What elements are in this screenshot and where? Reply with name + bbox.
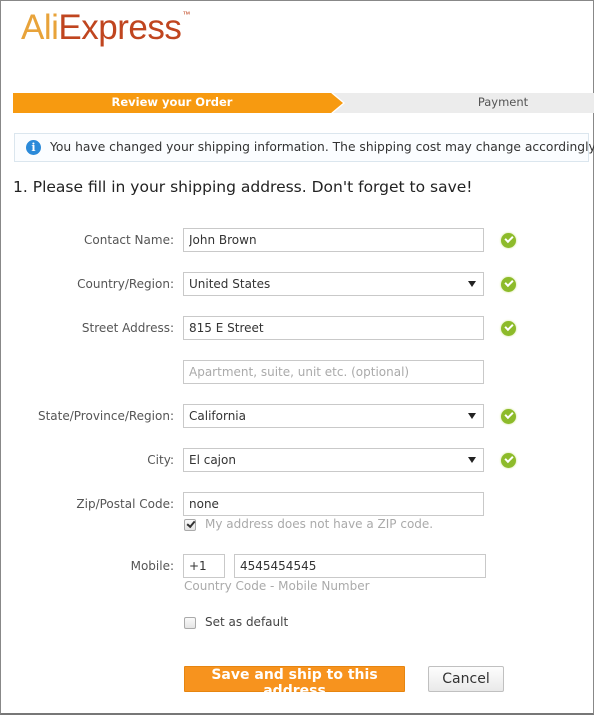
dropdown-caret-icon <box>468 457 476 463</box>
no-zip-checkbox[interactable] <box>184 519 196 531</box>
country-label: Country/Region: <box>77 277 174 291</box>
save-and-ship-button[interactable]: Save and ship to this address <box>184 666 405 699</box>
valid-check-icon <box>501 233 516 248</box>
city-label: City: <box>147 453 174 467</box>
set-default-checkbox[interactable] <box>184 617 196 629</box>
street-label: Street Address: <box>81 321 174 335</box>
city-select[interactable]: El cajon <box>183 448 484 472</box>
dropdown-caret-icon <box>468 281 476 287</box>
state-label: State/Province/Region: <box>37 409 174 423</box>
aliexpress-logo[interactable]: AliExpress™ <box>21 8 190 57</box>
country-select[interactable]: United States <box>183 272 484 296</box>
row-city: City: El cajon <box>0 448 594 472</box>
no-zip-label: My address does not have a ZIP code. <box>205 517 434 531</box>
shipping-change-notice: i You have changed your shipping informa… <box>14 133 594 162</box>
contact-name-label: Contact Name: <box>84 233 174 247</box>
cancel-button[interactable]: Cancel <box>428 666 504 692</box>
set-default-label: Set as default <box>205 615 289 629</box>
row-mobile: Mobile: <box>0 554 594 578</box>
row-zip: Zip/Postal Code: <box>0 492 594 516</box>
contact-name-input[interactable] <box>183 228 484 252</box>
info-icon: i <box>26 140 41 155</box>
step-review-order: Review your Order <box>111 95 233 109</box>
mobile-number-input[interactable] <box>234 554 486 578</box>
row-street2 <box>0 360 594 384</box>
section-heading: 1. Please fill in your shipping address.… <box>13 178 473 196</box>
zip-label: Zip/Postal Code: <box>76 497 174 511</box>
country-value: United States <box>189 277 271 291</box>
zip-input[interactable] <box>183 492 484 516</box>
state-value: California <box>189 409 246 423</box>
row-country: Country/Region: United States <box>0 272 594 296</box>
row-contact-name: Contact Name: <box>0 228 594 252</box>
street-address-input[interactable] <box>183 316 484 340</box>
row-street: Street Address: <box>0 316 594 340</box>
step-arrow <box>331 93 343 113</box>
notice-text: You have changed your shipping informati… <box>50 140 594 154</box>
city-value: El cajon <box>189 453 236 467</box>
step-payment: Payment <box>477 95 529 109</box>
mobile-hint: Country Code - Mobile Number <box>184 579 370 593</box>
country-code-input[interactable] <box>183 554 225 578</box>
valid-check-icon <box>501 453 516 468</box>
valid-check-icon <box>501 321 516 336</box>
checkout-progress: Review your Order Payment <box>13 92 594 114</box>
trademark-mark: ™ <box>182 10 190 19</box>
street-address2-input[interactable] <box>183 360 484 384</box>
logo-express: Express <box>58 8 182 47</box>
valid-check-icon <box>501 277 516 292</box>
valid-check-icon <box>501 409 516 424</box>
row-state: State/Province/Region: California <box>0 404 594 428</box>
dropdown-caret-icon <box>468 413 476 419</box>
mobile-label: Mobile: <box>130 559 174 573</box>
logo-ali: Ali <box>21 8 59 47</box>
state-select[interactable]: California <box>183 404 484 428</box>
